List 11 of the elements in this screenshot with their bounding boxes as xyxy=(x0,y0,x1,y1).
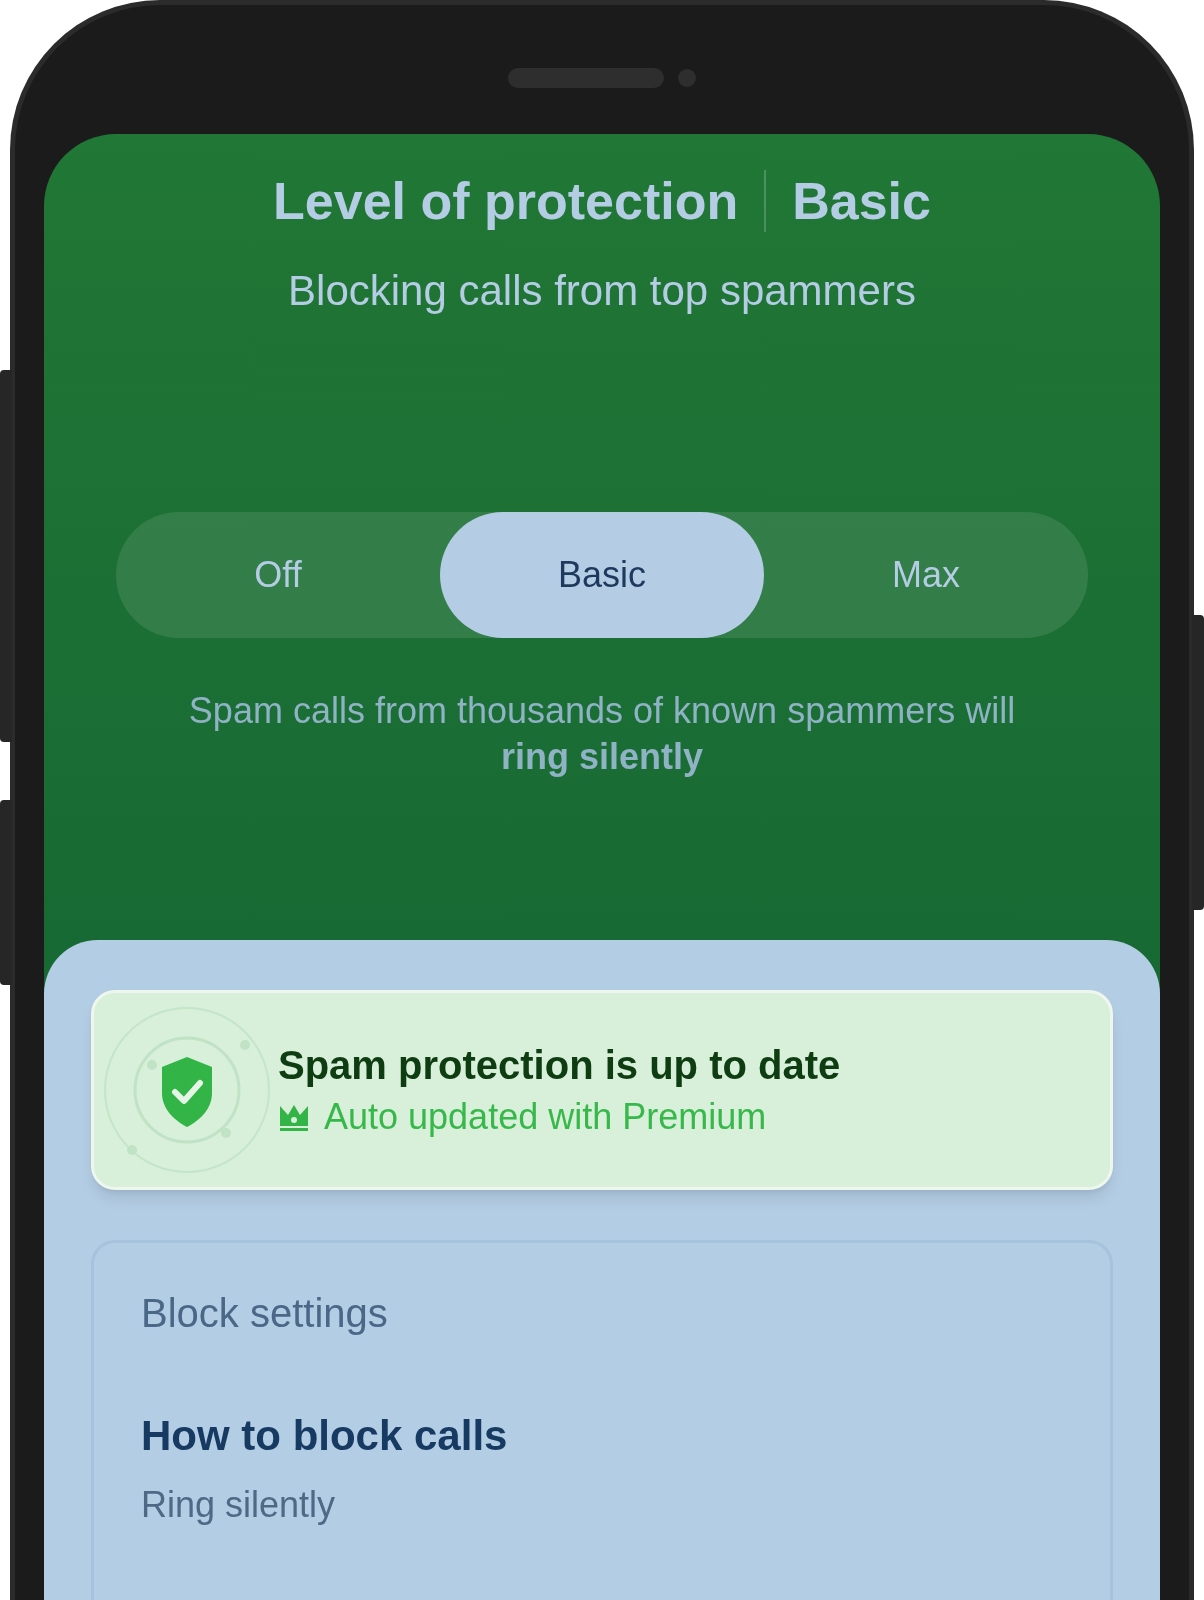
setting-title: How to block calls xyxy=(141,1415,509,1457)
level-option[interactable]: Basic xyxy=(440,512,764,638)
current-level: Basic xyxy=(792,175,931,227)
level-description: Spam calls from thousands of known spammers will ring silently xyxy=(187,689,1017,779)
setting-value: Ring silently xyxy=(141,1487,337,1523)
shield-check-icon xyxy=(102,1005,272,1175)
settings-item[interactable]: How to block calls Ring silently xyxy=(141,1415,1063,1523)
screen-subtitle: Blocking calls from top spammers xyxy=(288,270,916,312)
section-title: Block settings xyxy=(141,1293,389,1333)
status-subtitle: Auto updated with Premium xyxy=(324,1099,767,1135)
status-title: Spam protection is up to date xyxy=(278,1045,841,1085)
